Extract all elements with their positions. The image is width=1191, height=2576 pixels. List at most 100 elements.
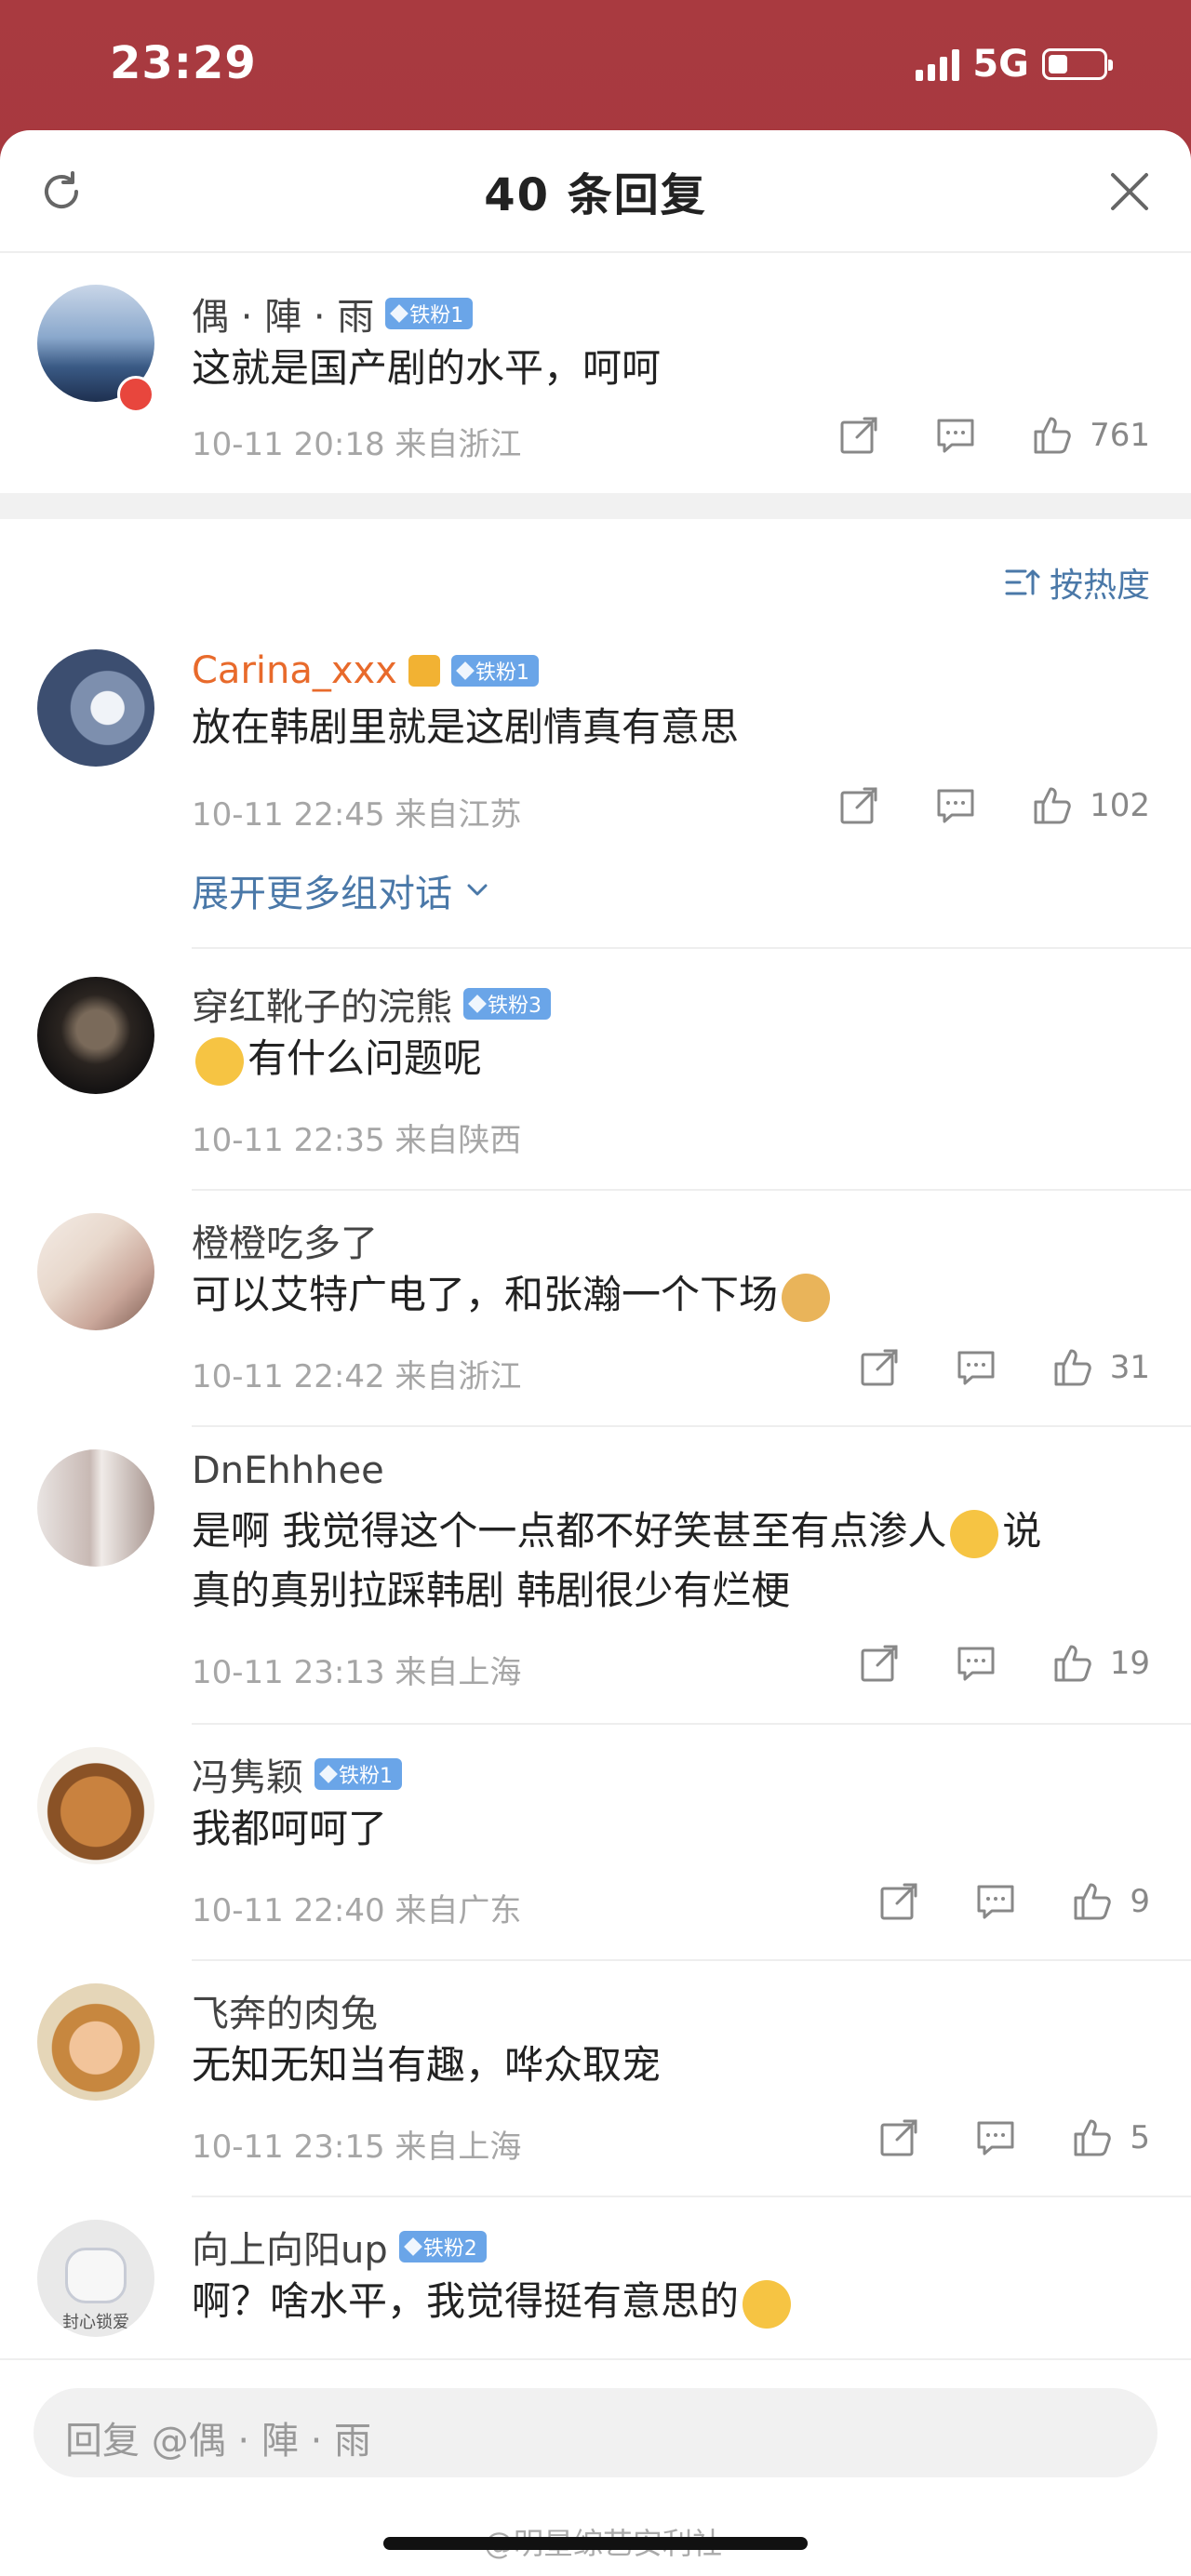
reply-input[interactable]: 回复 @偶 · 陣 · 雨 xyxy=(33,2388,1158,2477)
name-row: DnEhhhee xyxy=(192,1449,384,1492)
comment-text: 无知无知当有趣，哗众取宠 xyxy=(192,2042,662,2088)
comment-text: 有什么问题呢 xyxy=(192,1029,1141,1088)
like-count: 761 xyxy=(1090,417,1150,454)
avatar[interactable] xyxy=(37,649,154,767)
divider xyxy=(192,1723,1191,1725)
comment-text: 这就是国产剧的水平，呵呵 xyxy=(192,345,662,391)
comment-actions: 9 xyxy=(824,1879,1150,1924)
share-icon[interactable] xyxy=(877,1879,921,1924)
like-count: 19 xyxy=(1109,1645,1150,1682)
comment-icon[interactable] xyxy=(933,413,978,458)
name-row: 冯隽颖 铁粉1 xyxy=(192,1747,402,1801)
user-name[interactable]: 冯隽颖 xyxy=(192,1747,303,1801)
avatar[interactable] xyxy=(37,1213,154,1330)
reply-item: 封心锁爱 向上向阳up 铁粉2 啊？啥水平，我觉得挺有意思的 xyxy=(0,2220,1191,2359)
like-icon xyxy=(1074,2119,1112,2156)
comment-meta: 10-11 22:40 来自广东 xyxy=(192,1892,522,1929)
share-icon[interactable] xyxy=(877,2116,921,2160)
replies-sheet: 40 条回复 偶 · 陣 · 雨 铁粉1 这就是国产剧的水平，呵呵 10-11 … xyxy=(0,130,1191,2576)
user-name[interactable]: Carina_xxx xyxy=(192,649,397,692)
refresh-icon[interactable] xyxy=(37,167,86,216)
user-name[interactable]: 向上向阳up xyxy=(192,2220,388,2274)
avatar[interactable] xyxy=(37,1747,154,1864)
like-icon xyxy=(1054,1349,1091,1386)
verified-badge-icon xyxy=(117,376,154,413)
avatar[interactable] xyxy=(37,1983,154,2101)
share-icon[interactable] xyxy=(836,413,881,458)
name-row: 偶 · 陣 · 雨 铁粉1 xyxy=(192,287,474,340)
comment-icon[interactable] xyxy=(933,783,978,828)
gem-icon xyxy=(403,2237,422,2256)
chevron-down-icon xyxy=(467,884,488,896)
comment-text: 可以艾特广电了，和张瀚一个下场 xyxy=(192,1265,1141,1325)
comment-text: 啊？啥水平，我觉得挺有意思的 xyxy=(192,2272,1141,2331)
like-button[interactable]: 5 xyxy=(1070,2116,1150,2160)
gem-icon xyxy=(319,1765,338,1783)
home-indicator xyxy=(383,2537,808,2550)
fan-badge: 铁粉3 xyxy=(463,988,551,1020)
comment-meta: 10-11 23:13 来自上海 xyxy=(192,1654,522,1691)
like-icon xyxy=(1034,417,1071,454)
sort-icon xyxy=(1005,569,1040,595)
sort-button[interactable]: 按热度 xyxy=(1003,558,1150,607)
like-button[interactable]: 102 xyxy=(1030,783,1150,828)
reply-item: DnEhhhee 是啊 我觉得这个一点都不好笑甚至有点渗人说 真的真别拉踩韩剧 … xyxy=(0,1449,1191,1747)
user-name[interactable]: 穿红靴子的浣熊 xyxy=(192,977,452,1031)
like-count: 9 xyxy=(1130,1883,1150,1920)
reply-item: 冯隽颖 铁粉1 我都呵呵了 10-11 22:40 来自广东 9 xyxy=(0,1747,1191,1983)
comment-text: 是啊 我觉得这个一点都不好笑甚至有点渗人说 真的真别拉踩韩剧 韩剧很少有烂梗 xyxy=(192,1508,1042,1613)
comment-meta: 10-11 22:42 来自浙江 xyxy=(192,1358,522,1395)
comment-actions: 5 xyxy=(824,2116,1150,2160)
status-indicators: 5G xyxy=(916,43,1113,86)
comment-icon[interactable] xyxy=(973,1879,1018,1924)
laugh-emoji-icon xyxy=(743,2279,792,2329)
comment-actions: 19 xyxy=(805,1641,1150,1686)
divider xyxy=(192,947,1191,949)
user-name[interactable]: 偶 · 陣 · 雨 xyxy=(192,287,374,340)
like-button[interactable]: 31 xyxy=(1050,1345,1150,1390)
network-label: 5G xyxy=(972,43,1029,86)
share-icon[interactable] xyxy=(836,783,881,828)
reply-bar: 回复 @偶 · 陣 · 雨 @明星综艺安利社 xyxy=(0,2358,1191,2576)
signal-icon xyxy=(916,47,960,81)
fan-badge: 铁粉1 xyxy=(450,655,539,687)
user-name[interactable]: DnEhhhee xyxy=(192,1449,384,1492)
user-name[interactable]: 飞奔的肉兔 xyxy=(192,1983,378,2037)
comment-icon[interactable] xyxy=(954,1345,998,1390)
fan-badge: 铁粉2 xyxy=(398,2231,487,2262)
sheet-title: 40 条回复 xyxy=(484,169,707,221)
comment-icon[interactable] xyxy=(954,1641,998,1686)
close-icon[interactable] xyxy=(1105,167,1154,216)
divider xyxy=(192,1425,1191,1427)
avatar[interactable]: 封心锁爱 xyxy=(37,2220,154,2337)
comment-icon[interactable] xyxy=(973,2116,1018,2160)
comment-text: 我都呵呵了 xyxy=(192,1806,388,1851)
vip-crown-icon xyxy=(408,655,440,687)
sheet-header: 40 条回复 xyxy=(0,130,1191,253)
like-button[interactable]: 761 xyxy=(1030,413,1150,458)
share-icon[interactable] xyxy=(857,1641,902,1686)
smirk-emoji-icon xyxy=(195,1036,244,1086)
avatar[interactable] xyxy=(37,1449,154,1567)
avatar-caption: 封心锁爱 xyxy=(62,2313,129,2332)
divider xyxy=(192,1959,1191,1961)
comment-actions: 102 xyxy=(784,783,1150,828)
comment-meta: 10-11 22:35 来自陕西 xyxy=(192,1122,522,1159)
section-divider xyxy=(0,493,1191,519)
expand-conversation-link[interactable]: 展开更多组对话 xyxy=(192,863,493,917)
comment-text: 放在韩剧里就是这剧情真有意思 xyxy=(192,704,740,750)
share-icon[interactable] xyxy=(857,1345,902,1390)
gem-icon xyxy=(468,994,487,1013)
like-button[interactable]: 19 xyxy=(1050,1641,1150,1686)
comment-meta: 10-11 22:45 来自江苏 xyxy=(192,796,522,834)
like-icon xyxy=(1034,787,1071,824)
gem-icon xyxy=(455,661,475,680)
like-button[interactable]: 9 xyxy=(1070,1879,1150,1924)
name-row: Carina_xxx 铁粉1 xyxy=(192,649,539,692)
user-name[interactable]: 橙橙吃多了 xyxy=(192,1213,378,1267)
like-count: 5 xyxy=(1130,2119,1150,2156)
doge-emoji-icon xyxy=(782,1273,831,1322)
avatar[interactable] xyxy=(37,977,154,1094)
status-time: 23:29 xyxy=(110,37,257,89)
name-row: 穿红靴子的浣熊 铁粉3 xyxy=(192,977,551,1031)
